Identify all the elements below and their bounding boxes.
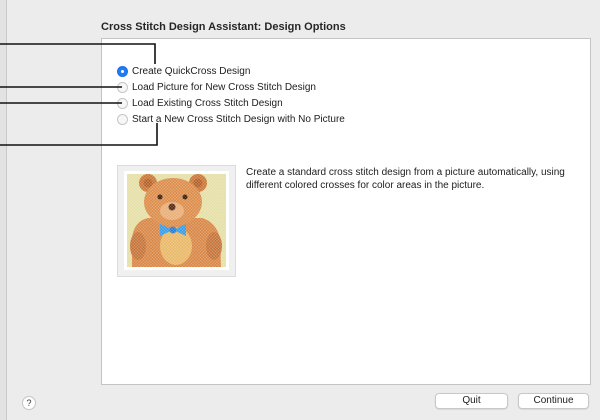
continue-button[interactable]: Continue	[518, 393, 589, 409]
option-load-picture[interactable]: Load Picture for New Cross Stitch Design	[117, 80, 316, 94]
option-label: Load Existing Cross Stitch Design	[132, 97, 283, 109]
radio-button[interactable]	[117, 81, 128, 93]
option-load-existing[interactable]: Load Existing Cross Stitch Design	[117, 96, 283, 110]
option-label: Load Picture for New Cross Stitch Design	[132, 81, 316, 93]
option-start-new[interactable]: Start a New Cross Stitch Design with No …	[117, 112, 345, 126]
radio-button[interactable]	[117, 97, 128, 109]
option-label: Start a New Cross Stitch Design with No …	[132, 113, 345, 125]
design-option-description: Create a standard cross stitch design fr…	[246, 167, 565, 191]
teddy-bear-image	[124, 171, 229, 270]
help-button[interactable]: ?	[22, 396, 36, 410]
radio-button-selected[interactable]	[117, 65, 128, 77]
option-create-quickcross[interactable]: Create QuickCross Design	[117, 64, 250, 78]
preview-thumbnail	[117, 165, 236, 277]
window-edge	[0, 0, 7, 420]
dialog-title: Cross Stitch Design Assistant: Design Op…	[101, 21, 346, 33]
quit-button[interactable]: Quit	[435, 393, 508, 409]
radio-button[interactable]	[117, 113, 128, 125]
option-label: Create QuickCross Design	[132, 65, 251, 77]
